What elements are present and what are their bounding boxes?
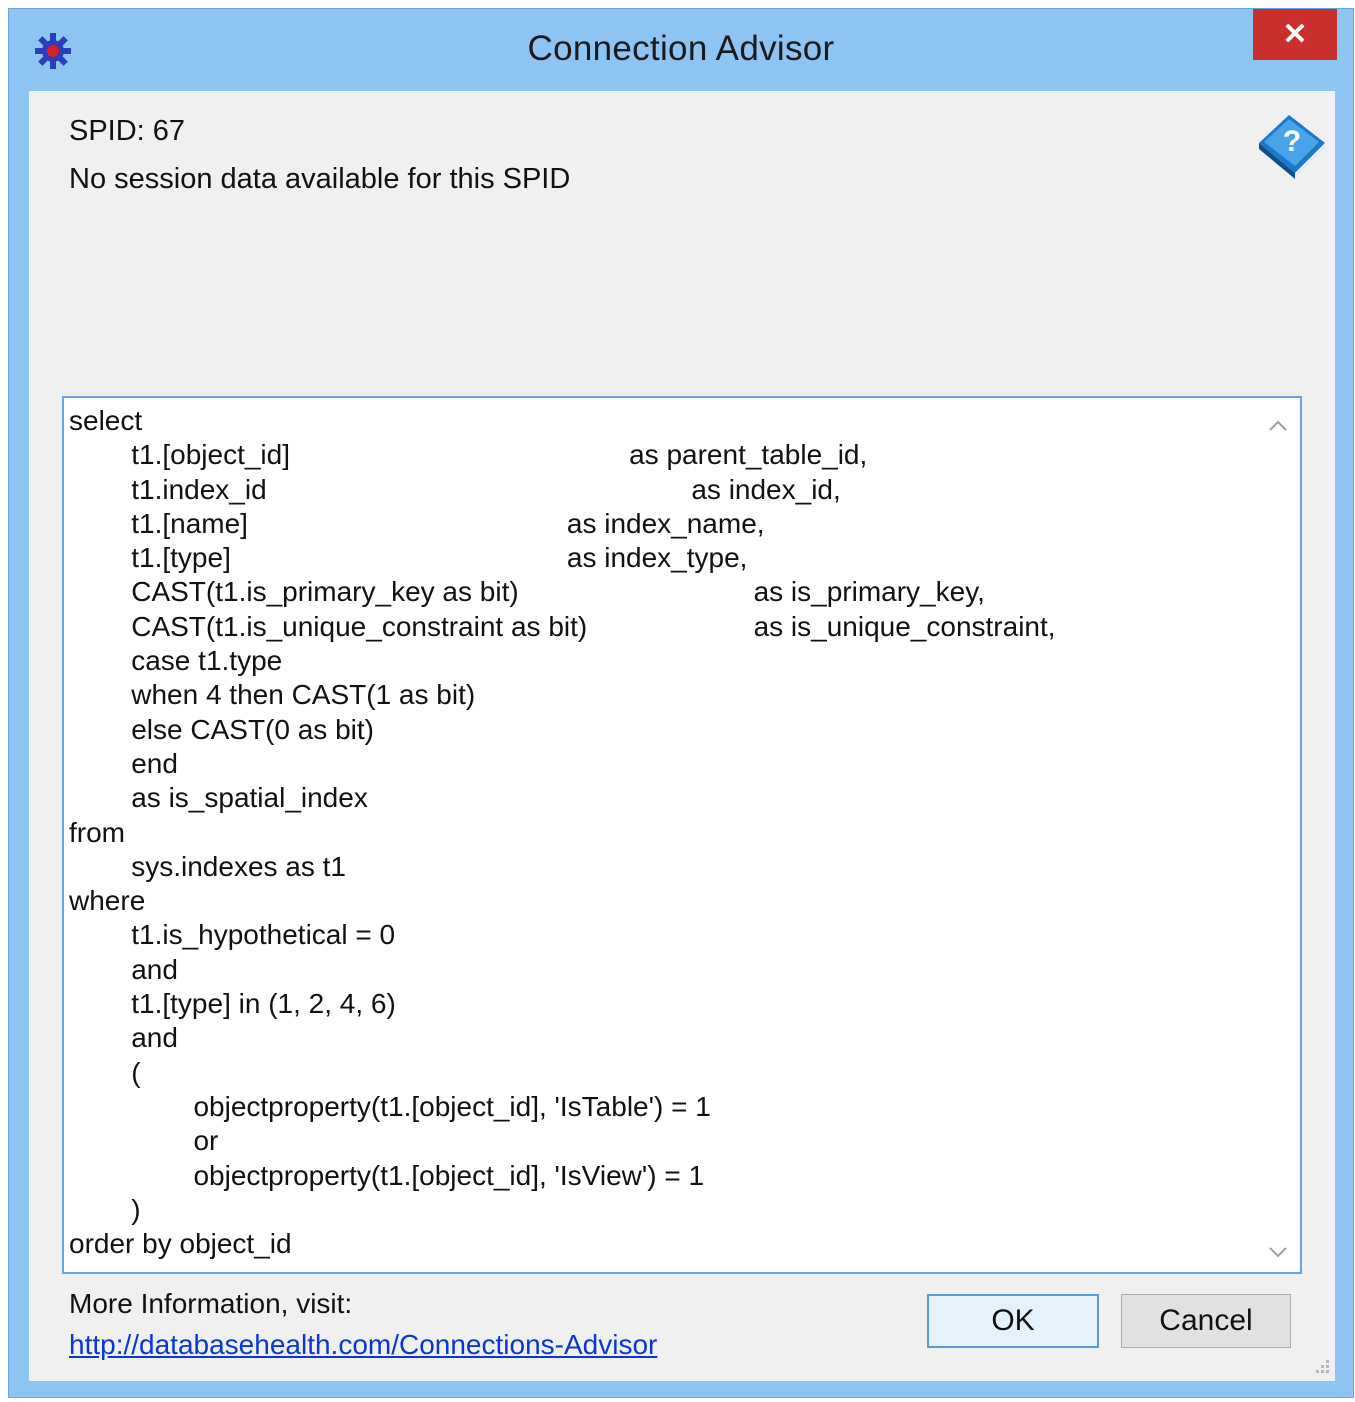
scroll-up-icon[interactable] bbox=[1264, 414, 1292, 438]
more-info-label: More Information, visit: bbox=[69, 1288, 353, 1319]
sql-text: select t1.[object_id] as parent_table_id… bbox=[69, 405, 1056, 1260]
svg-text:?: ? bbox=[1283, 125, 1301, 158]
close-button[interactable]: ✕ bbox=[1253, 9, 1337, 60]
dialog-body: SPID: 67 No session data available for t… bbox=[29, 91, 1335, 1381]
scroll-down-icon[interactable] bbox=[1264, 1240, 1292, 1264]
help-book-icon[interactable]: ? bbox=[1255, 105, 1329, 179]
window-title: Connection Advisor bbox=[527, 29, 835, 68]
session-message: No session data available for this SPID bbox=[69, 163, 571, 195]
ok-button[interactable]: OK bbox=[927, 1294, 1099, 1348]
resize-grip-icon[interactable] bbox=[1311, 1357, 1331, 1377]
sql-text-box[interactable]: select t1.[object_id] as parent_table_id… bbox=[62, 396, 1302, 1274]
cancel-button[interactable]: Cancel bbox=[1121, 1294, 1291, 1348]
spid-label: SPID: 67 bbox=[69, 115, 186, 147]
dialog-window: Connection Advisor ✕ SPID: 67 No session… bbox=[8, 8, 1354, 1398]
close-icon: ✕ bbox=[1282, 18, 1308, 51]
more-info-link[interactable]: http://databasehealth.com/Connections-Ad… bbox=[69, 1329, 657, 1361]
title-bar[interactable]: Connection Advisor ✕ bbox=[9, 9, 1353, 91]
vertical-scrollbar[interactable] bbox=[1258, 400, 1298, 1270]
